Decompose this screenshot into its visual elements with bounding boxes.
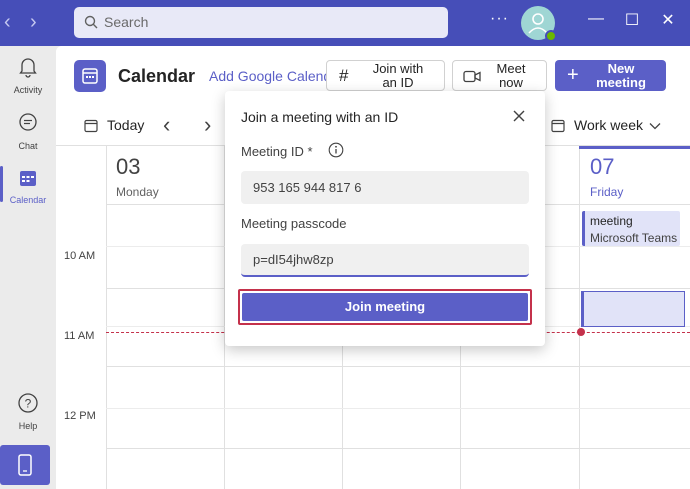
calendar-event[interactable]: meeting Microsoft Teams	[582, 211, 680, 246]
avatar[interactable]	[521, 6, 557, 42]
rail-item-help[interactable]: ? Help	[0, 392, 56, 431]
day-name-friday: Friday	[590, 185, 624, 199]
plus-icon: +	[567, 64, 579, 86]
add-google-calendar-link[interactable]: Add Google Calendar	[209, 68, 327, 84]
rail-item-chat[interactable]: Chat	[0, 112, 56, 151]
rail-label-calendar: Calendar	[9, 195, 47, 205]
next-week-icon[interactable]: ›	[204, 112, 211, 138]
day-number-friday[interactable]: 07	[590, 154, 614, 180]
rail-label-activity: Activity	[13, 85, 43, 95]
join-meeting-dialog: Join a meeting with an ID Meeting ID * M…	[225, 91, 545, 346]
search-input[interactable]: Search	[74, 7, 448, 38]
rail-item-calendar[interactable]: Calendar	[0, 168, 56, 205]
rail-item-activity[interactable]: Activity	[0, 56, 56, 95]
forward-arrow-icon[interactable]: ›	[30, 10, 37, 34]
today-button[interactable]: Today	[107, 117, 144, 133]
rail-label-chat: Chat	[18, 141, 38, 151]
event-title: meeting	[590, 214, 633, 228]
info-icon[interactable]	[328, 142, 344, 158]
join-with-id-button[interactable]: # Join with an ID	[326, 60, 445, 91]
meet-now-line1: Meet	[496, 61, 526, 76]
hash-icon: #	[339, 66, 349, 85]
join-with-id-line2: an ID	[382, 75, 414, 90]
selected-time-slot[interactable]	[581, 291, 685, 327]
help-icon: ?	[18, 393, 38, 413]
dialog-title: Join a meeting with an ID	[241, 109, 399, 125]
search-icon	[84, 15, 98, 29]
current-time-dot	[577, 328, 585, 336]
bell-icon	[19, 58, 37, 78]
join-with-id-line1: Join with	[372, 61, 424, 76]
chat-icon	[19, 113, 37, 131]
calendar-icon	[82, 68, 98, 84]
minimize-icon[interactable]: —	[584, 10, 608, 28]
new-meeting-line2: meeting	[596, 75, 646, 90]
time-label: 10 AM	[64, 250, 96, 262]
search-placeholder: Search	[104, 14, 149, 30]
close-window-icon[interactable]: ✕	[656, 10, 680, 30]
meet-now-line2: now	[499, 75, 523, 90]
join-meeting-button[interactable]: Join meeting	[242, 293, 528, 321]
mobile-app-button[interactable]	[0, 445, 50, 485]
join-button-highlight: Join meeting	[238, 289, 532, 325]
back-arrow-icon[interactable]: ‹	[4, 10, 11, 34]
calendar-app-icon	[74, 60, 106, 92]
new-meeting-button[interactable]: + New meeting	[555, 60, 666, 91]
today-calendar-icon	[84, 119, 98, 133]
meeting-passcode-label: Meeting passcode	[241, 216, 347, 231]
calendar-icon	[20, 171, 36, 186]
page-title: Calendar	[118, 66, 196, 86]
previous-week-icon[interactable]: ‹	[163, 112, 170, 138]
meeting-passcode-input[interactable]	[241, 244, 529, 277]
today-indicator	[579, 146, 690, 149]
time-label: 11 AM	[64, 330, 95, 342]
maximize-icon[interactable]: ☐	[620, 10, 644, 30]
day-number-monday[interactable]: 03	[116, 154, 140, 180]
phone-icon	[18, 454, 32, 476]
event-subtitle: Microsoft Teams	[590, 231, 678, 245]
view-calendar-icon	[551, 119, 565, 133]
app-rail: Activity Chat Calendar ? Help	[0, 46, 56, 489]
meet-now-button[interactable]: Meet now	[452, 60, 547, 91]
view-selector[interactable]: Work week	[574, 117, 643, 133]
meeting-id-label: Meeting ID *	[241, 144, 313, 159]
new-meeting-line1: New	[607, 61, 635, 76]
meeting-id-input[interactable]	[241, 171, 529, 204]
day-name-monday: Monday	[116, 185, 159, 199]
svg-text:?: ?	[25, 397, 32, 411]
time-label: 12 PM	[64, 410, 96, 422]
status-available-badge	[545, 30, 557, 42]
rail-label-help: Help	[18, 421, 38, 431]
close-icon[interactable]	[512, 109, 526, 123]
more-options-icon[interactable]: ···	[490, 10, 509, 28]
title-bar: ‹ › Search ··· — ☐ ✕	[0, 0, 690, 46]
video-camera-icon	[463, 70, 481, 83]
chevron-down-icon[interactable]	[649, 122, 661, 130]
